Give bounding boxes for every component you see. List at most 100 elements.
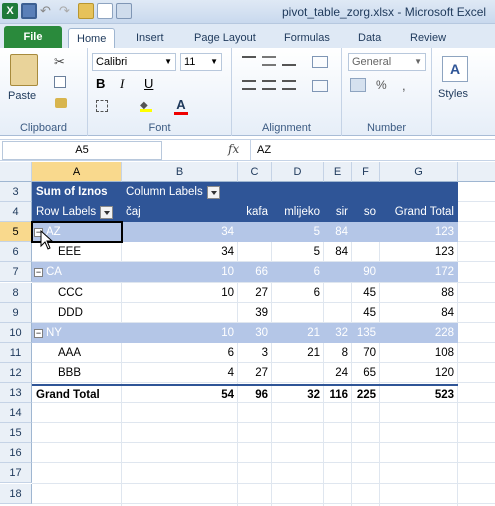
column-header-d[interactable]: D xyxy=(272,162,324,182)
underline-button[interactable]: U xyxy=(144,76,153,91)
paste-icon[interactable] xyxy=(10,54,38,86)
pivot-item-row[interactable]: EEE 34 5 84 123 xyxy=(32,242,458,262)
filter-dropdown-icon[interactable] xyxy=(206,185,220,199)
value-cell[interactable]: 123 xyxy=(380,222,458,242)
value-cell[interactable]: 66 xyxy=(238,262,272,282)
redo-icon[interactable]: ↷ xyxy=(59,3,75,19)
value-cell[interactable]: 4 xyxy=(122,363,238,383)
value-cell[interactable]: 65 xyxy=(352,363,380,383)
row-header-15[interactable]: 15 xyxy=(0,423,32,444)
value-cell[interactable]: 5 xyxy=(272,222,324,242)
align-bottom-icon[interactable] xyxy=(282,56,296,66)
align-right-icon[interactable] xyxy=(282,80,296,90)
value-cell[interactable]: 34 xyxy=(122,222,238,242)
copy-icon[interactable] xyxy=(54,76,66,88)
value-cell[interactable]: 32 xyxy=(324,323,352,343)
percent-icon[interactable]: % xyxy=(376,78,387,92)
value-cell[interactable] xyxy=(324,283,352,303)
row-header-17[interactable]: 17 xyxy=(0,463,32,484)
save-icon[interactable] xyxy=(21,3,37,19)
value-cell[interactable]: 34 xyxy=(122,242,238,262)
align-center-icon[interactable] xyxy=(262,80,276,90)
tab-review[interactable]: Review xyxy=(402,28,454,48)
value-cell[interactable]: 6 xyxy=(122,343,238,363)
value-cell[interactable]: 84 xyxy=(324,242,352,262)
styles-icon[interactable]: A xyxy=(442,56,468,82)
value-cell[interactable]: 135 xyxy=(352,323,380,343)
value-cell[interactable]: 21 xyxy=(272,343,324,363)
value-cell[interactable]: 172 xyxy=(380,262,458,282)
name-box[interactable]: A5 xyxy=(2,141,162,160)
value-cell[interactable] xyxy=(238,242,272,262)
column-header-e[interactable]: E xyxy=(324,162,352,182)
value-cell[interactable]: 84 xyxy=(324,222,352,242)
collapse-icon[interactable]: − xyxy=(34,267,43,277)
value-cell[interactable]: 10 xyxy=(122,262,238,282)
align-middle-icon[interactable] xyxy=(262,56,276,66)
font-size-select[interactable]: 11 ▼ xyxy=(180,53,222,71)
tab-page-layout[interactable]: Page Layout xyxy=(186,28,264,48)
row-header-11[interactable]: 11 xyxy=(0,342,32,363)
collapse-icon[interactable]: − xyxy=(34,328,43,338)
value-cell[interactable]: 21 xyxy=(272,323,324,343)
value-cell[interactable] xyxy=(122,303,238,323)
value-cell[interactable] xyxy=(352,222,380,242)
row-header-9[interactable]: 9 xyxy=(0,302,32,323)
value-cell[interactable] xyxy=(324,262,352,282)
pivot-item-row[interactable]: DDD 39 45 84 xyxy=(32,303,458,323)
row-label-cell[interactable]: − CA xyxy=(32,262,122,282)
pivot-group-row[interactable]: − CA 10 66 6 90 172 xyxy=(32,262,458,283)
bold-button[interactable]: B xyxy=(96,76,105,91)
tab-data[interactable]: Data xyxy=(350,28,389,48)
value-cell[interactable]: 24 xyxy=(324,363,352,383)
undo-icon[interactable]: ↶ xyxy=(40,3,56,19)
value-cell[interactable]: 6 xyxy=(272,262,324,282)
row-label-cell[interactable]: BBB xyxy=(32,363,122,383)
number-format-select[interactable]: General ▼ xyxy=(348,53,426,71)
align-left-icon[interactable] xyxy=(242,80,256,90)
italic-button[interactable]: I xyxy=(120,76,124,92)
tab-insert[interactable]: Insert xyxy=(128,28,172,48)
align-top-icon[interactable] xyxy=(242,56,256,66)
row-header-13[interactable]: 13 xyxy=(0,383,32,403)
wrap-text-icon[interactable] xyxy=(312,56,328,68)
pivot-item-row[interactable]: BBB 4 27 24 65 120 xyxy=(32,363,458,383)
column-header-a[interactable]: A xyxy=(32,162,122,182)
value-cell[interactable]: 120 xyxy=(380,363,458,383)
value-cell[interactable] xyxy=(238,222,272,242)
value-cell[interactable] xyxy=(272,363,324,383)
row-header-18[interactable]: 18 xyxy=(0,483,32,504)
row-label-cell[interactable]: DDD xyxy=(32,303,122,323)
row-label-cell[interactable]: AAA xyxy=(32,343,122,363)
row-header-3[interactable]: 3 xyxy=(0,182,32,202)
value-cell[interactable]: 45 xyxy=(352,283,380,303)
value-cell[interactable]: 108 xyxy=(380,343,458,363)
file-tab[interactable]: File xyxy=(4,26,62,48)
value-cell[interactable] xyxy=(324,303,352,323)
column-labels-filter[interactable]: Column Labels xyxy=(122,182,302,202)
value-cell[interactable]: 27 xyxy=(238,283,272,303)
row-header-6[interactable]: 6 xyxy=(0,242,32,263)
value-cell[interactable]: 39 xyxy=(238,303,272,323)
borders-icon[interactable] xyxy=(96,100,108,112)
value-cell[interactable]: 30 xyxy=(238,323,272,343)
value-cell[interactable]: 8 xyxy=(324,343,352,363)
merge-icon[interactable] xyxy=(312,80,328,92)
value-cell[interactable]: 45 xyxy=(352,303,380,323)
column-header-f[interactable]: F xyxy=(352,162,380,182)
format-painter-icon[interactable] xyxy=(55,98,67,108)
row-header-4[interactable]: 4 xyxy=(0,202,32,223)
function-icon[interactable]: fx xyxy=(228,142,239,156)
row-label-cell[interactable]: − NY xyxy=(32,323,122,343)
row-header-16[interactable]: 16 xyxy=(0,443,32,464)
pivot-item-row[interactable]: AAA 6 3 21 8 70 108 xyxy=(32,343,458,363)
tab-home[interactable]: Home xyxy=(68,28,116,48)
formula-input[interactable]: AZ xyxy=(250,140,495,160)
row-header-5[interactable]: 5 xyxy=(0,222,32,243)
value-cell[interactable]: 90 xyxy=(352,262,380,282)
pivot-group-row[interactable]: − NY 10 30 21 32 135 228 xyxy=(32,323,458,343)
value-cell[interactable]: 10 xyxy=(122,323,238,343)
print-preview-icon[interactable] xyxy=(116,3,132,19)
fill-color-icon[interactable]: ◆ xyxy=(140,100,152,112)
paste-button[interactable]: Paste xyxy=(8,90,36,102)
